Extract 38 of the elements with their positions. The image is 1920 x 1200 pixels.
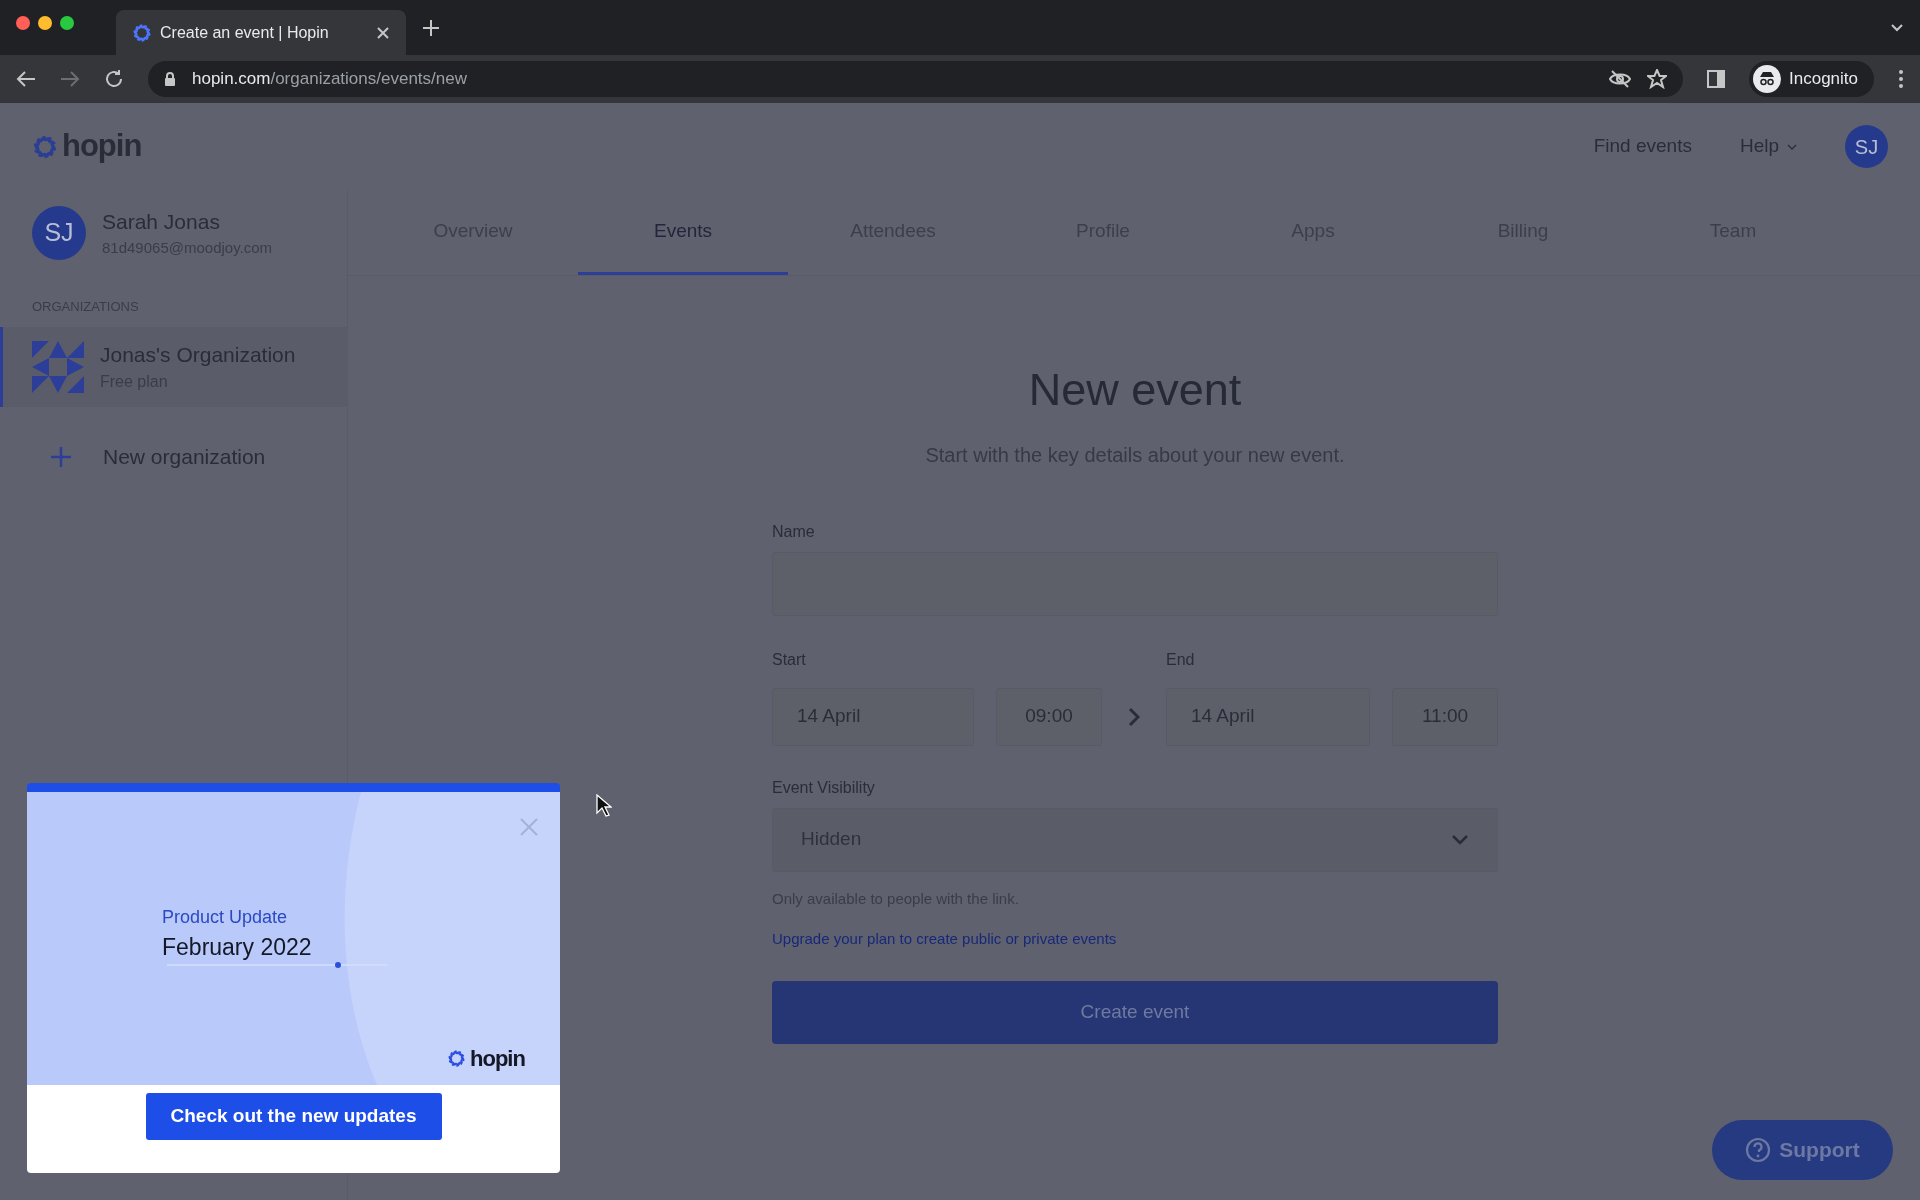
eye-slash-icon[interactable] bbox=[1609, 70, 1631, 88]
chevron-right-icon bbox=[1128, 706, 1140, 727]
reload-icon[interactable] bbox=[104, 69, 124, 89]
popup-kicker: Product Update bbox=[162, 906, 288, 929]
popup-logo: hopin bbox=[447, 1042, 525, 1075]
more-icon[interactable] bbox=[1898, 69, 1904, 89]
logo-icon bbox=[32, 133, 58, 160]
plus-icon bbox=[51, 446, 71, 467]
tab-title: Create an event | Hopin bbox=[160, 22, 330, 43]
back-icon[interactable] bbox=[16, 70, 36, 88]
upgrade-link[interactable]: Upgrade your plan to create public or private events bbox=[772, 928, 1117, 951]
lock-icon bbox=[164, 71, 176, 87]
avatar: SJ bbox=[32, 205, 86, 260]
page-title: New event bbox=[1027, 363, 1243, 417]
address-field[interactable]: hopin.com/organizations/events/new bbox=[148, 61, 1683, 97]
star-icon[interactable] bbox=[1647, 69, 1667, 89]
loader-icon bbox=[132, 22, 152, 43]
logo-icon bbox=[447, 1049, 466, 1068]
incognito-icon bbox=[1753, 65, 1781, 93]
window-controls-icon bbox=[16, 15, 76, 30]
tab[interactable]: Events bbox=[578, 190, 788, 275]
url-text: hopin.com/organizations/events/new bbox=[192, 68, 468, 91]
chevron-down-icon bbox=[1787, 143, 1797, 150]
support-button[interactable]: Support bbox=[1712, 1120, 1893, 1180]
create-event-button[interactable]: Create event bbox=[772, 981, 1498, 1044]
tab-list-icon[interactable] bbox=[1890, 22, 1904, 33]
chevron-down-icon bbox=[1451, 834, 1469, 845]
cursor-icon bbox=[596, 794, 612, 818]
browser-tab[interactable]: Create an event | Hopin bbox=[116, 10, 406, 55]
new-tab-icon[interactable] bbox=[422, 18, 440, 37]
profile-button[interactable]: Incognito bbox=[1749, 61, 1874, 97]
org-pattern-icon bbox=[32, 340, 84, 393]
side-panel-icon[interactable] bbox=[1707, 70, 1725, 88]
close-icon[interactable] bbox=[376, 25, 390, 40]
avatar[interactable]: SJ bbox=[1845, 125, 1888, 168]
popup-title: February 2022 bbox=[162, 933, 312, 962]
help-icon bbox=[1745, 1137, 1772, 1163]
updates-button[interactable]: Check out the new updates bbox=[145, 1093, 442, 1140]
